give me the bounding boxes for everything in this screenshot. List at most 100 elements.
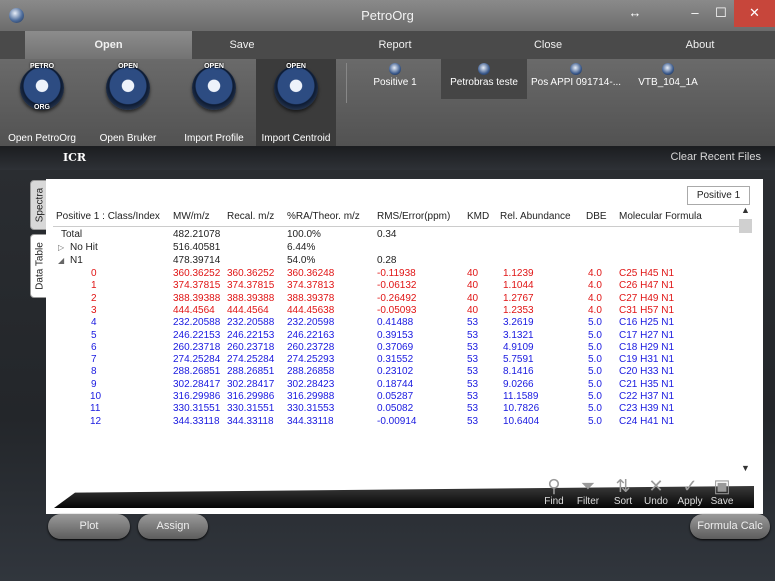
table-row[interactable]: 12 344.33118 344.33118 344.33118 -0.00914 53 1… [53, 416, 739, 428]
cell-index: 3 [91, 304, 97, 316]
close-button[interactable]: ✕ [734, 0, 775, 27]
tab-about[interactable]: About [640, 31, 760, 59]
cell-formula: C26 H47 N1 [619, 280, 675, 292]
expand-arrow-icon[interactable]: ◢ [58, 255, 64, 267]
table-row[interactable]: 2 388.39388 388.39388 388.39378 -0.26492 40 1.… [53, 293, 739, 305]
resize-arrows-icon[interactable]: ↔ [620, 0, 650, 27]
cell-formula: C27 H49 N1 [619, 292, 675, 304]
table-row[interactable]: 0 360.36252 360.36252 360.36248 -0.11938 40 1.… [53, 268, 739, 280]
assign-button[interactable]: Assign [138, 514, 208, 539]
cell-mw: 302.28417 [173, 378, 221, 390]
tab-open[interactable]: Open [25, 31, 192, 59]
cell-index: 9 [91, 378, 97, 390]
table-row[interactable]: 8 288.26851 288.26851 288.26858 0.23102 53 8.1… [53, 366, 739, 378]
table-row[interactable]: 6 260.23718 260.23718 260.23728 0.37069 53 4.9… [53, 342, 739, 354]
recent-file-pos-appi[interactable]: Pos APPI 091714-... [528, 59, 624, 99]
plot-button[interactable]: Plot [48, 514, 130, 539]
cell-theor: 330.31553 [287, 403, 335, 415]
table-row[interactable]: 11 330.31551 330.31551 330.31553 0.05082 53 10… [53, 403, 739, 415]
title-bar: PetroOrg ↔ – ☐ ✕ [0, 0, 775, 31]
open-bruker-button[interactable]: OPEN Open Bruker [84, 59, 172, 146]
table-row[interactable]: 1 374.37815 374.37815 374.37813 -0.06132 40 1.… [53, 280, 739, 292]
cell-error: -0.26492 [377, 292, 417, 304]
table-header: Positive 1 : Class/Index MW/m/z Recal. m… [53, 208, 739, 227]
table-row[interactable]: 3 444.4564 444.4564 444.45638 -0.05093 40 1.23… [53, 305, 739, 317]
header-class-index[interactable]: Positive 1 : Class/Index [56, 208, 160, 226]
expand-arrow-icon[interactable]: ▷ [58, 242, 64, 254]
table-row[interactable]: 5 246.22153 246.22153 246.22163 0.39153 53 3.1… [53, 330, 739, 342]
scroll-thumb[interactable] [739, 219, 752, 233]
cell-mw: 388.39388 [173, 292, 221, 304]
header-dbe[interactable]: DBE [586, 208, 607, 226]
import-centroid-button[interactable]: OPEN Import Centroid [256, 59, 336, 146]
cell-pct: 54.0% [287, 255, 316, 266]
open-petroorg-button[interactable]: PETRO ORG Open PetroOrg [0, 59, 84, 146]
table-row[interactable]: 9 302.28417 302.28417 302.28423 0.18744 53 9.0… [53, 379, 739, 391]
vertical-scrollbar[interactable]: ▲ ▼ [739, 205, 753, 473]
cell-theor: 274.25293 [287, 354, 335, 366]
apply-button[interactable]: ✓ Apply [676, 476, 704, 507]
recent-file-petrobras-teste[interactable]: Petrobras teste [441, 59, 527, 99]
cell-dbe: 5.0 [588, 354, 602, 366]
cell-mw: 260.23718 [173, 341, 221, 353]
ribbon-panel: PETRO ORG Open PetroOrg OPEN Open Bruker… [0, 59, 775, 146]
cell-kmd: 53 [467, 366, 479, 378]
header-recal[interactable]: Recal. m/z [227, 208, 274, 226]
clear-recent-files-link[interactable]: Clear Recent Files [671, 151, 761, 163]
table-row[interactable]: 4 232.20588 232.20588 232.20598 0.41488 53 3.2… [53, 317, 739, 329]
sort-button[interactable]: ⇅ Sort [609, 476, 637, 507]
table-row[interactable]: 7 274.25284 274.25284 274.25293 0.31552 53 5.7… [53, 354, 739, 366]
checkmark-icon: ✓ [682, 476, 698, 496]
cell-index: 1 [91, 280, 97, 292]
cell-kmd: 53 [467, 403, 479, 415]
cell-mw: 360.36252 [173, 268, 221, 279]
cell-index: 10 [90, 391, 102, 402]
header-molecular-formula[interactable]: Molecular Formula [619, 208, 702, 226]
cell-theor: 260.23728 [287, 341, 335, 353]
scroll-down-icon[interactable]: ▼ [741, 463, 750, 473]
cell-recal: 288.26851 [227, 366, 275, 378]
summary-row[interactable]: ▷ No Hit 516.40581 6.44% [53, 242, 739, 254]
recent-file-positive-1[interactable]: Positive 1 [352, 59, 438, 99]
header-mw[interactable]: MW/m/z [173, 208, 210, 226]
undo-button[interactable]: ✕ Undo [642, 476, 670, 507]
tab-positive-1[interactable]: Positive 1 [687, 186, 750, 205]
cell-formula: C20 H33 N1 [619, 366, 675, 378]
cell-recal: 374.37815 [227, 280, 275, 292]
cell-index: 0 [91, 268, 97, 279]
tab-close[interactable]: Close [488, 31, 608, 59]
cell-abundance: 11.1589 [503, 391, 539, 402]
cell-formula: C16 H25 N1 [619, 317, 675, 329]
cell-error: 0.23102 [377, 366, 414, 378]
cell-abundance: 10.7826 [503, 403, 540, 415]
filter-button[interactable]: ⏷ Filter [574, 476, 602, 507]
cell-mw: 232.20588 [173, 317, 221, 329]
header-rel-abundance[interactable]: Rel. Abundance [500, 208, 571, 226]
header-theor[interactable]: %RA/Theor. m/z [287, 208, 360, 226]
table-row[interactable]: 10 316.29986 316.29986 316.29988 0.05287 53 11… [53, 391, 739, 403]
summary-row[interactable]: ◢ N1 478.39714 54.0% 0.28 [53, 255, 739, 267]
maximize-button[interactable]: ☐ [708, 0, 734, 27]
cell-index: 12 [90, 415, 102, 427]
import-profile-button[interactable]: OPEN Import Profile [172, 59, 256, 146]
import-centroid-icon: OPEN [274, 63, 318, 110]
recent-file-vtb-104-1a[interactable]: VTB_104_1A [625, 59, 711, 99]
funnel-icon: ⏷ [580, 476, 596, 496]
save-button[interactable]: ▣ Save [708, 476, 736, 507]
header-kmd[interactable]: KMD [467, 208, 489, 226]
cell-formula: C19 H31 N1 [619, 354, 675, 366]
petroorg-logo-icon: PETRO ORG [20, 63, 64, 111]
formula-calc-button[interactable]: Formula Calc [690, 514, 770, 539]
minimize-button[interactable]: – [682, 0, 708, 27]
cell-abundance: 1.2353 [503, 304, 534, 316]
cell-index: 5 [91, 329, 97, 341]
find-button[interactable]: ⚲ Find [540, 476, 568, 507]
cell-theor: 344.33118 [287, 415, 334, 427]
tab-save[interactable]: Save [192, 31, 292, 59]
cell-recal: 232.20588 [227, 317, 275, 329]
summary-row[interactable]: Total 482.21078 100.0% 0.34 [53, 229, 739, 241]
cell-mw: 274.25284 [173, 354, 221, 366]
header-rms[interactable]: RMS/Error(ppm) [377, 208, 450, 226]
scroll-up-icon[interactable]: ▲ [741, 205, 750, 215]
tab-report[interactable]: Report [335, 31, 455, 59]
